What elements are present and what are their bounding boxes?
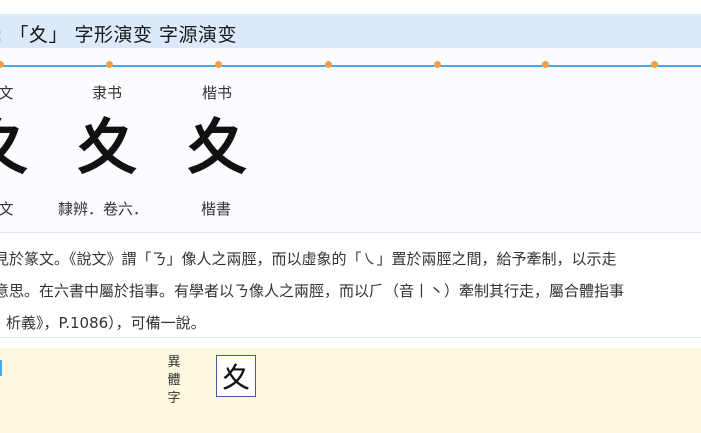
timeline-tick	[651, 61, 658, 68]
stage-source: 楷書	[200, 200, 232, 218]
stage-name: 文	[0, 84, 14, 102]
stage-glyph[interactable]: 夊	[187, 118, 247, 178]
etymology-description: 見於篆文。《說文》謂「ㄋ」像人之兩脛，而以虛象的「㇏」置於兩脛之間，給予牽制，以…	[0, 232, 701, 338]
stage-glyph[interactable]: 夊	[77, 118, 137, 178]
description-line: 見於篆文。《說文》謂「ㄋ」像人之兩脛，而以虛象的「㇏」置於兩脛之間，給予牽制，以…	[0, 250, 617, 268]
variant-marker	[0, 360, 2, 376]
timeline-tick	[106, 61, 113, 68]
description-line: 意思。在六書中屬於指事。有學者以ㄋ像人之兩脛，而以⺁（音丨丶）牽制其行走，屬合體…	[0, 282, 625, 300]
timeline-tick	[325, 61, 332, 68]
stage-name: 隶书	[91, 84, 123, 102]
variant-glyph-button[interactable]: 夊	[216, 355, 256, 397]
timeline-tick	[542, 61, 549, 68]
variant-label-char: 體	[167, 373, 181, 388]
top-strip	[0, 0, 701, 14]
stage-source: 文	[0, 200, 14, 218]
description-line: 析義》，P.1086），可備一說。	[6, 314, 206, 332]
variant-label-char: 異	[167, 355, 181, 370]
section-title: : 「夊」 字形演变 字源演变	[0, 24, 238, 46]
variant-label-char: 字	[167, 391, 181, 406]
stage-source: 隸辨．卷六．	[57, 200, 149, 218]
variant-panel	[0, 348, 701, 433]
timeline-tick	[215, 61, 222, 68]
stage-name: 楷书	[201, 84, 233, 102]
timeline-tick	[434, 61, 441, 68]
section-header: : 「夊」 字形演变 字源演变	[0, 14, 701, 49]
stage-glyph[interactable]: 夊	[0, 118, 28, 178]
variant-label: 異 體 字	[166, 354, 182, 408]
